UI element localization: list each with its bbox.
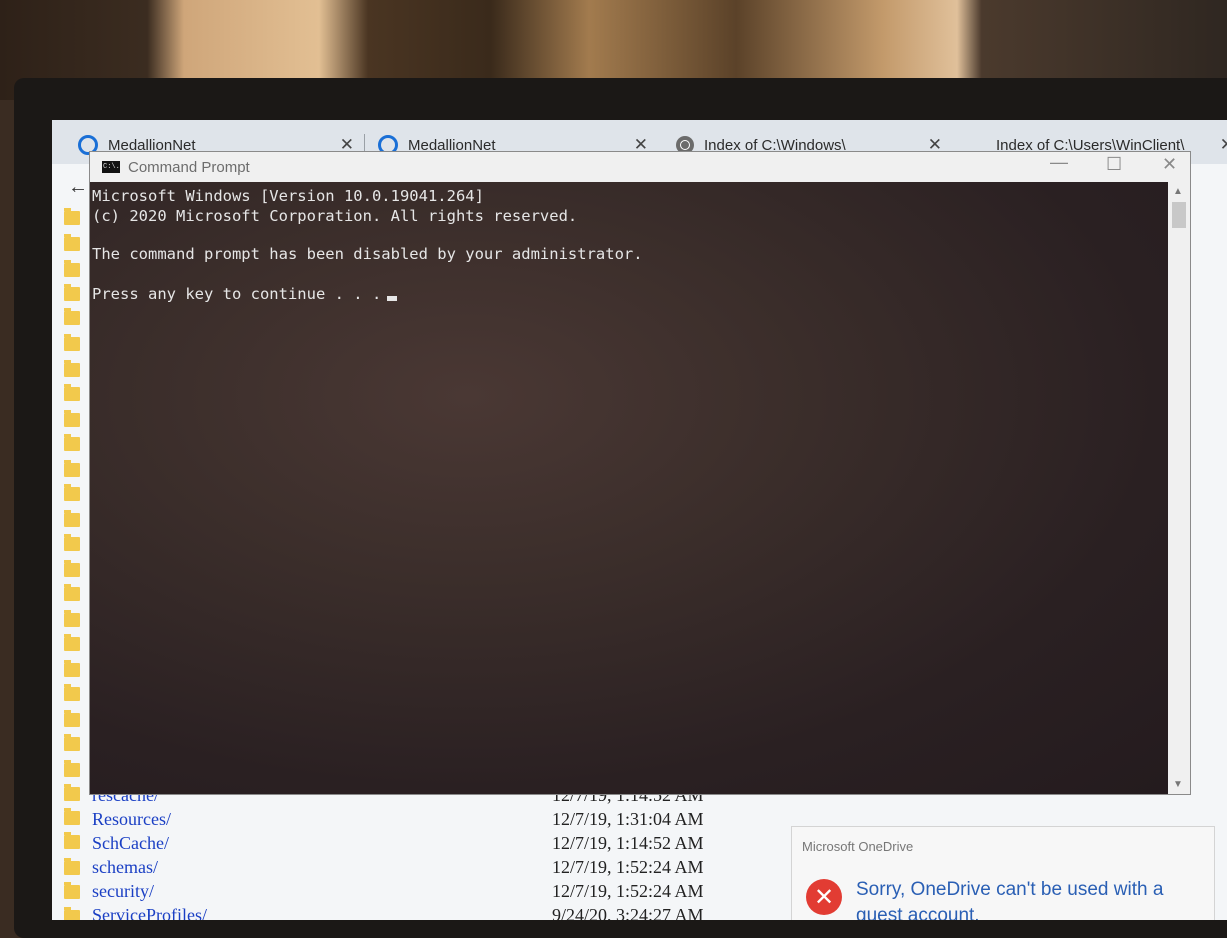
console-output[interactable]: Microsoft Windows [Version 10.0.19041.26…: [90, 182, 1168, 794]
folder-icon: [64, 684, 80, 701]
folder-icon: [64, 360, 80, 377]
folder-icon: [64, 308, 80, 325]
folder-icon: [64, 734, 80, 751]
notification-message: Sorry, OneDrive can't be used with a gue…: [856, 879, 1164, 920]
folder-icon: [64, 260, 80, 277]
console-line: Microsoft Windows [Version 10.0.19041.26…: [92, 187, 484, 205]
folder-icon: [64, 410, 80, 427]
minimize-button[interactable]: —: [1050, 152, 1068, 173]
folder-link[interactable]: ServiceProfiles/: [92, 905, 207, 920]
folder-icon: [64, 434, 80, 451]
console-line: Press any key to continue . . .: [92, 285, 382, 303]
tab-title: MedallionNet: [108, 136, 196, 154]
folder-icon: [64, 660, 80, 677]
folder-icon: [64, 208, 80, 225]
modified-date: 9/24/20, 3:24:27 AM: [552, 905, 704, 920]
modified-date: 12/7/19, 1:14:52 AM: [552, 833, 704, 853]
vertical-scrollbar[interactable]: ▲ ▼: [1168, 182, 1190, 794]
tab-title: Index of C:\Users\WinClient\: [996, 136, 1185, 154]
window-title: Command Prompt: [128, 158, 250, 176]
close-icon[interactable]: ✕: [1220, 135, 1227, 155]
screen: MedallionNet ✕ MedallionNet ✕ Index of C…: [52, 120, 1227, 920]
scroll-up-arrow-icon[interactable]: ▲: [1173, 186, 1183, 197]
modified-date: 12/7/19, 1:31:04 AM: [552, 809, 704, 829]
console-prompt-line: Press any key to continue . . .: [92, 284, 1168, 304]
folder-link[interactable]: schemas/: [92, 857, 158, 878]
table-row: schemas/ 12/7/19, 1:52:24 AM: [64, 857, 764, 881]
folder-icon: [64, 610, 80, 627]
folder-icon: [64, 760, 80, 777]
console-line: (c) 2020 Microsoft Corporation. All righ…: [92, 207, 578, 225]
close-button[interactable]: ✕: [1162, 154, 1177, 175]
back-arrow-icon[interactable]: ←: [68, 176, 88, 199]
folder-icon: [64, 560, 80, 577]
error-icon: ✕: [806, 879, 842, 915]
folder-link[interactable]: SchCache/: [92, 833, 169, 854]
folder-icon: [64, 284, 80, 301]
folder-icon: [64, 460, 80, 477]
folder-icon: [64, 534, 80, 551]
folder-icon: [64, 710, 80, 727]
folder-icon: [64, 234, 80, 251]
folder-icon: [64, 634, 80, 651]
command-prompt-icon: C:\.: [102, 161, 120, 173]
maximize-button[interactable]: ☐: [1106, 154, 1122, 175]
notification-app-name: Microsoft OneDrive: [802, 839, 914, 854]
folder-icon: [64, 484, 80, 501]
tab-title: MedallionNet: [408, 136, 496, 154]
tab-title: Index of C:\Windows\: [704, 136, 846, 154]
folder-link[interactable]: Resources/: [92, 809, 171, 830]
modified-date: 12/7/19, 1:52:24 AM: [552, 881, 704, 901]
modified-date: 12/7/19, 1:52:24 AM: [552, 857, 704, 877]
folder-link[interactable]: security/: [92, 881, 154, 902]
table-row: SchCache/ 12/7/19, 1:14:52 AM: [64, 833, 764, 857]
scroll-down-arrow-icon[interactable]: ▼: [1173, 779, 1183, 790]
onedrive-notification[interactable]: Microsoft OneDrive ✕ Sorry, OneDrive can…: [792, 827, 1214, 920]
folder-icon: [64, 334, 80, 351]
folder-icon: [64, 384, 80, 401]
text-cursor: [387, 296, 398, 301]
scrollbar-thumb[interactable]: [1172, 202, 1186, 228]
table-row: security/ 12/7/19, 1:52:24 AM: [64, 881, 764, 905]
console-line: The command prompt has been disabled by …: [92, 245, 643, 263]
table-row: ServiceProfiles/ 9/24/20, 3:24:27 AM: [64, 905, 764, 920]
window-title-bar[interactable]: C:\. Command Prompt — ☐ ✕: [90, 152, 1190, 182]
folder-icon: [64, 584, 80, 601]
command-prompt-window[interactable]: C:\. Command Prompt — ☐ ✕ Microsoft Wind…: [90, 152, 1190, 794]
table-row: Resources/ 12/7/19, 1:31:04 AM: [64, 809, 764, 833]
folder-icon: [64, 510, 80, 527]
